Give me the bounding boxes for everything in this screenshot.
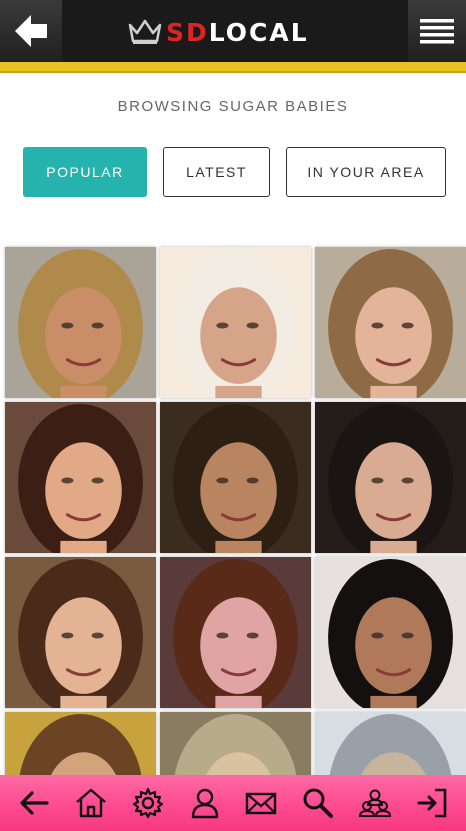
- profile-photo-image: [315, 402, 466, 553]
- filter-label: POPULAR: [46, 164, 124, 180]
- nav-home-button[interactable]: [69, 781, 113, 825]
- menu-button[interactable]: [408, 0, 466, 62]
- profile-photo[interactable]: [160, 247, 311, 398]
- nav-back-button[interactable]: [12, 781, 56, 825]
- profile-photo[interactable]: [5, 557, 156, 708]
- hamburger-icon: [420, 19, 454, 44]
- top-header: SD LOCAL: [0, 0, 466, 62]
- logo-text-primary: SD: [166, 17, 209, 47]
- profile-photo-image: [160, 402, 311, 553]
- user-icon: [191, 788, 218, 819]
- profile-photo[interactable]: [5, 712, 156, 781]
- profile-photo-image: [5, 402, 156, 553]
- arrow-left-icon: [20, 791, 49, 815]
- profile-photo-image: [5, 712, 156, 781]
- bottom-nav-bar: [0, 775, 466, 831]
- header-accent-bar: [0, 62, 466, 73]
- profile-photo-image: [5, 247, 156, 398]
- page-title: BROWSING SUGAR BABIES: [117, 98, 349, 115]
- nav-logout-button[interactable]: [410, 781, 454, 825]
- profile-photo-image: [160, 247, 311, 398]
- filter-popular-button[interactable]: POPULAR: [23, 147, 147, 197]
- profile-photo-image: [315, 712, 466, 781]
- profile-photo[interactable]: [160, 402, 311, 553]
- profile-photo-image: [5, 557, 156, 708]
- profile-photo[interactable]: [160, 557, 311, 708]
- profile-photo-image: [160, 557, 311, 708]
- nav-messages-button[interactable]: [239, 781, 283, 825]
- logo: SD LOCAL: [128, 17, 309, 47]
- envelope-icon: [246, 792, 277, 815]
- people-icon: [358, 789, 391, 817]
- nav-settings-button[interactable]: [126, 781, 170, 825]
- logo-text-secondary: LOCAL: [208, 17, 309, 47]
- nav-matches-button[interactable]: [353, 781, 397, 825]
- profile-photo[interactable]: [5, 247, 156, 398]
- arrow-left-icon: [15, 15, 47, 47]
- gear-icon: [132, 787, 163, 819]
- profile-photo[interactable]: [315, 247, 466, 398]
- home-icon: [76, 788, 106, 818]
- profile-photo[interactable]: [315, 402, 466, 553]
- filter-label: LATEST: [186, 164, 247, 180]
- back-button[interactable]: [0, 0, 62, 62]
- profile-photo[interactable]: [5, 402, 156, 553]
- search-icon: [303, 788, 334, 818]
- crown-icon: [128, 19, 162, 44]
- profile-photo[interactable]: [315, 557, 466, 708]
- app-screen: SD LOCAL BROWSING SUGAR BABIES POPULAR L…: [0, 0, 466, 831]
- filter-in-your-area-button[interactable]: IN YOUR AREA: [286, 147, 446, 197]
- profile-photo-image: [160, 712, 311, 781]
- profile-photo-image: [315, 557, 466, 708]
- profile-photo-image: [315, 247, 466, 398]
- filter-label: IN YOUR AREA: [307, 164, 425, 180]
- profile-photo[interactable]: [160, 712, 311, 781]
- logout-icon: [417, 788, 446, 818]
- filter-latest-button[interactable]: LATEST: [163, 147, 270, 197]
- nav-search-button[interactable]: [296, 781, 340, 825]
- nav-profile-button[interactable]: [183, 781, 227, 825]
- profile-grid: [0, 241, 466, 781]
- profile-photo[interactable]: [315, 712, 466, 781]
